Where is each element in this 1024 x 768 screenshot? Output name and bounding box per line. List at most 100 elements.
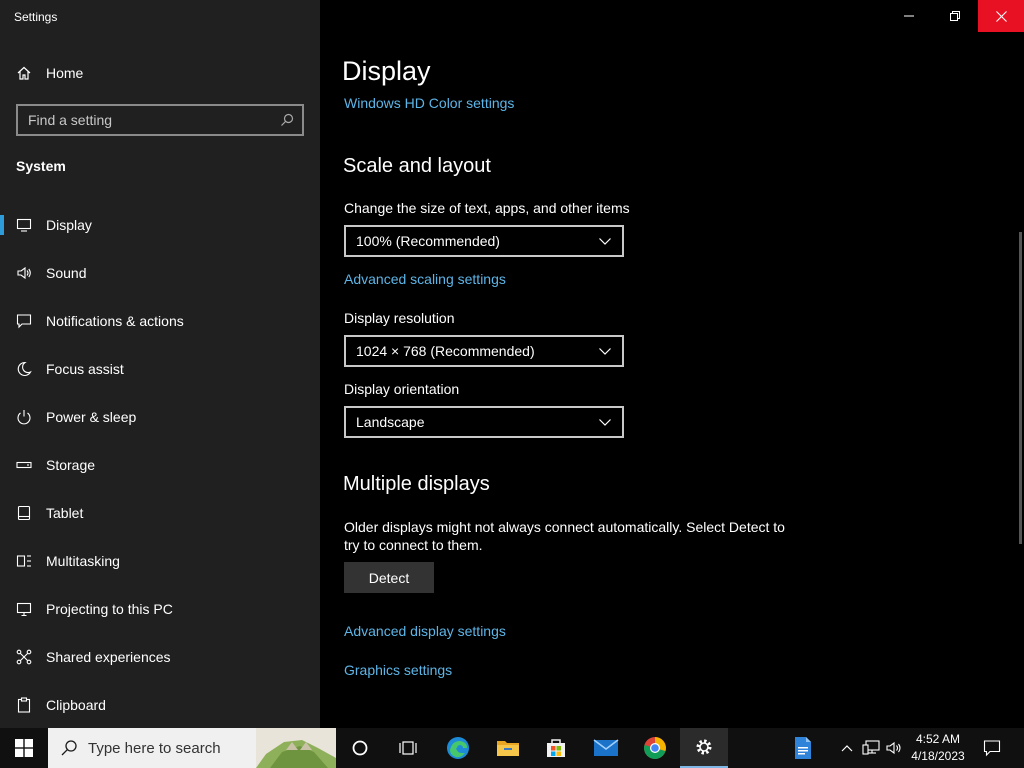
search-icon bbox=[60, 739, 78, 757]
notification-icon bbox=[983, 740, 1001, 757]
home-label: Home bbox=[46, 65, 84, 81]
sidebar-item-notifications[interactable]: Notifications & actions bbox=[0, 297, 320, 345]
settings-app-button[interactable] bbox=[680, 728, 728, 768]
sidebar-item-label: Storage bbox=[46, 457, 96, 473]
main-content: Display Windows HD Color settings Scale … bbox=[320, 0, 1024, 728]
minimize-button[interactable] bbox=[886, 0, 932, 32]
sidebar-item-storage[interactable]: Storage bbox=[0, 441, 320, 489]
taskbar-clock[interactable]: 4:52 AM 4/18/2023 bbox=[908, 731, 968, 765]
sidebar-nav: Display Sound Notifications & actions Fo… bbox=[0, 201, 320, 729]
sidebar-item-label: Power & sleep bbox=[46, 409, 137, 425]
shared-icon bbox=[16, 649, 32, 665]
sidebar-item-tablet[interactable]: Tablet bbox=[0, 489, 320, 537]
sidebar-item-sound[interactable]: Sound bbox=[0, 249, 320, 297]
task-view-icon bbox=[399, 741, 417, 755]
search-icon[interactable] bbox=[280, 113, 294, 127]
orientation-label: Display orientation bbox=[344, 381, 460, 397]
projecting-icon bbox=[16, 601, 32, 617]
sidebar-item-display[interactable]: Display bbox=[0, 201, 320, 249]
find-setting-input[interactable] bbox=[28, 112, 280, 128]
restore-button[interactable] bbox=[932, 0, 978, 32]
sidebar-item-multitasking[interactable]: Multitasking bbox=[0, 537, 320, 585]
sidebar-item-label: Tablet bbox=[46, 505, 84, 521]
taskbar-search-box[interactable] bbox=[48, 728, 336, 768]
sidebar-item-label: Sound bbox=[46, 265, 87, 281]
moon-icon bbox=[16, 361, 32, 377]
detect-button[interactable]: Detect bbox=[344, 562, 434, 593]
sidebar-item-shared-experiences[interactable]: Shared experiences bbox=[0, 633, 320, 681]
store-icon bbox=[547, 739, 565, 757]
settings-icon bbox=[696, 739, 712, 755]
sidebar-item-label: Focus assist bbox=[46, 361, 124, 377]
sidebar-item-projecting[interactable]: Projecting to this PC bbox=[0, 585, 320, 633]
sidebar-item-clipboard[interactable]: Clipboard bbox=[0, 681, 320, 729]
find-setting-box[interactable] bbox=[16, 104, 304, 136]
sidebar-item-power[interactable]: Power & sleep bbox=[0, 393, 320, 441]
sidebar-item-label: Notifications & actions bbox=[46, 313, 184, 329]
task-view-button[interactable] bbox=[384, 728, 432, 768]
multiple-displays-description: Older displays might not always connect … bbox=[344, 519, 785, 553]
cortana-button[interactable] bbox=[336, 728, 384, 768]
multiple-displays-heading: Multiple displays bbox=[343, 473, 490, 495]
orientation-dropdown[interactable]: Landscape bbox=[344, 406, 624, 438]
sidebar: Settings Home System Display Sound Notif… bbox=[0, 0, 320, 728]
clock-date: 4/18/2023 bbox=[911, 749, 965, 763]
edge-button[interactable] bbox=[434, 728, 482, 768]
window-title: Settings bbox=[14, 10, 58, 24]
orientation-value: Landscape bbox=[356, 414, 425, 430]
graphics-settings-link[interactable]: Graphics settings bbox=[344, 662, 452, 678]
windows-logo-icon bbox=[15, 739, 33, 757]
scale-label: Change the size of text, apps, and other… bbox=[344, 200, 630, 216]
sidebar-item-label: Clipboard bbox=[46, 697, 106, 713]
power-icon bbox=[16, 409, 32, 425]
edge-icon bbox=[447, 737, 469, 759]
resolution-dropdown[interactable]: 1024 × 768 (Recommended) bbox=[344, 335, 624, 367]
home-link[interactable]: Home bbox=[16, 62, 83, 84]
notification-icon bbox=[16, 313, 32, 329]
advanced-display-link[interactable]: Advanced display settings bbox=[344, 623, 506, 639]
sidebar-item-focus-assist[interactable]: Focus assist bbox=[0, 345, 320, 393]
hd-color-link[interactable]: Windows HD Color settings bbox=[344, 95, 514, 111]
close-icon bbox=[995, 10, 1007, 22]
mail-button[interactable] bbox=[582, 728, 630, 768]
restore-icon bbox=[950, 11, 960, 21]
search-highlight-image bbox=[256, 728, 336, 768]
monitor-icon bbox=[16, 217, 32, 233]
network-button[interactable] bbox=[860, 728, 882, 768]
page-title: Display bbox=[342, 56, 431, 86]
home-icon bbox=[16, 65, 32, 81]
advanced-scaling-link[interactable]: Advanced scaling settings bbox=[344, 271, 506, 287]
scale-value: 100% (Recommended) bbox=[356, 233, 500, 249]
chrome-button[interactable] bbox=[631, 728, 679, 768]
close-button[interactable] bbox=[978, 0, 1024, 32]
network-icon bbox=[862, 740, 880, 755]
clock-time: 4:52 AM bbox=[915, 732, 961, 746]
storage-icon bbox=[16, 457, 32, 473]
minimize-icon bbox=[904, 15, 914, 17]
mail-icon bbox=[593, 739, 619, 756]
scrollbar[interactable] bbox=[1019, 232, 1022, 544]
chevron-down-icon bbox=[598, 344, 612, 358]
scale-heading: Scale and layout bbox=[343, 155, 491, 177]
start-button[interactable] bbox=[0, 728, 48, 768]
file-explorer-button[interactable] bbox=[484, 728, 532, 768]
scale-dropdown[interactable]: 100% (Recommended) bbox=[344, 225, 624, 257]
file-explorer-icon bbox=[497, 741, 519, 756]
clipboard-icon bbox=[16, 697, 32, 713]
volume-icon bbox=[886, 741, 901, 755]
taskbar: 4:52 AM 4/18/2023 bbox=[0, 728, 1024, 768]
resolution-value: 1024 × 768 (Recommended) bbox=[356, 343, 535, 359]
sidebar-item-label: Display bbox=[46, 217, 92, 233]
document-icon bbox=[795, 737, 811, 759]
show-hidden-icons-button[interactable] bbox=[838, 728, 856, 768]
document-app-button[interactable] bbox=[779, 728, 827, 768]
sidebar-item-label: Shared experiences bbox=[46, 649, 171, 665]
resolution-label: Display resolution bbox=[344, 310, 455, 326]
action-center-button[interactable] bbox=[972, 728, 1012, 768]
chevron-down-icon bbox=[598, 415, 612, 429]
chrome-icon bbox=[644, 737, 666, 759]
sidebar-item-label: Projecting to this PC bbox=[46, 601, 173, 617]
volume-button[interactable] bbox=[884, 728, 906, 768]
store-button[interactable] bbox=[532, 728, 580, 768]
tablet-icon bbox=[16, 505, 32, 521]
